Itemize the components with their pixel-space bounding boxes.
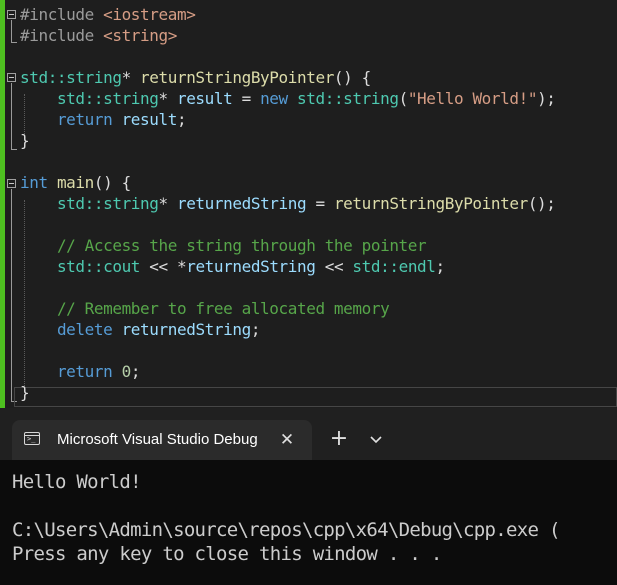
fold-collapse-icon[interactable] (7, 179, 16, 188)
code-token: ; (250, 320, 261, 339)
code-token: return (56, 110, 113, 129)
code-token: } (20, 131, 30, 150)
code-line[interactable]: std::cout << *returnedString << std::end… (20, 256, 445, 277)
terminal-icon-glyph: >_ (27, 435, 36, 443)
code-token: = (232, 89, 261, 108)
console-line: Press any key to close this window . . . (12, 543, 442, 565)
code-token: = (306, 194, 334, 213)
code-token: result (121, 110, 178, 129)
fold-guide-end (11, 149, 17, 150)
code-token: returnedString (176, 194, 307, 213)
code-token: ; (435, 257, 446, 276)
code-token: delete (56, 320, 113, 339)
code-line[interactable]: std::string* result = new std::string("H… (20, 88, 556, 109)
plus-icon[interactable]: + (328, 428, 350, 450)
code-token: // Access the string through the pointer (56, 236, 427, 255)
fold-guide (11, 83, 12, 149)
code-token: "Hello World!" (407, 89, 538, 108)
code-token: * (158, 194, 177, 213)
code-token: } (20, 383, 30, 402)
code-token: () { (93, 173, 131, 192)
current-line-highlight (14, 387, 617, 407)
console-line: Hello World! (12, 471, 142, 493)
code-token: std::string (56, 89, 159, 108)
code-token: returnStringByPointer (140, 68, 334, 87)
code-token: * (121, 68, 141, 87)
code-line[interactable]: // Remember to free allocated memory (20, 298, 390, 319)
code-editor[interactable]: #include <iostream> #include <string> std:… (0, 0, 617, 408)
code-line[interactable]: } (20, 130, 30, 151)
code-line[interactable]: return 0; (20, 361, 141, 382)
fold-guide (11, 20, 12, 42)
close-icon[interactable]: ✕ (276, 429, 298, 451)
code-token: std::endl (352, 257, 436, 276)
code-token: main (56, 173, 94, 192)
code-token: <iostream> (103, 5, 196, 24)
code-token: returnedString (186, 257, 316, 276)
code-line[interactable]: delete returnedString; (20, 319, 261, 340)
code-line[interactable]: #include <string> (20, 25, 177, 46)
code-token: (); (527, 194, 556, 213)
code-token: // Remember to free allocated memory (56, 299, 390, 318)
code-token: << (315, 257, 353, 276)
terminal-icon: >_ (24, 432, 40, 445)
code-token: 0 (121, 362, 132, 381)
code-token: int (20, 173, 48, 192)
code-line[interactable]: #include <iostream> (20, 4, 196, 25)
code-line[interactable]: // Access the string through the pointer (20, 235, 427, 256)
code-line[interactable]: std::string* returnedString = returnStri… (20, 193, 556, 214)
code-token: ; (130, 362, 141, 381)
code-token: ( (398, 89, 409, 108)
code-token: <string> (103, 26, 177, 45)
console-line: C:\Users\Admin\source\repos\cpp\x64\Debu… (12, 519, 560, 541)
change-indicator-bar (0, 0, 5, 408)
terminal-tab-strip: >_ Microsoft Visual Studio Debug Console… (0, 408, 617, 460)
code-token: * (158, 89, 177, 108)
code-line[interactable]: std::string* returnStringByPointer() { (20, 67, 371, 88)
tab-debug-console[interactable]: >_ Microsoft Visual Studio Debug Console… (12, 420, 312, 460)
fold-guide-end (11, 42, 17, 43)
fold-guide (11, 189, 12, 401)
code-line[interactable]: int main() { (20, 172, 131, 193)
code-token: returnStringByPointer (333, 194, 528, 213)
code-token: std::cout (56, 257, 141, 276)
code-token: #include (20, 5, 104, 24)
code-line[interactable]: } (20, 382, 30, 403)
code-token: #include (20, 26, 104, 45)
code-token: std::string (56, 194, 159, 213)
debug-console-window[interactable]: >_ Microsoft Visual Studio Debug Console… (0, 408, 617, 585)
tab-title: Microsoft Visual Studio Debug Console (57, 431, 262, 448)
fold-collapse-icon[interactable] (7, 73, 16, 82)
code-token: << * (140, 257, 187, 276)
code-token: std::string (20, 68, 122, 87)
code-token: return (56, 362, 113, 381)
code-line[interactable]: return result; (20, 109, 187, 130)
code-token: () { (333, 68, 371, 87)
code-token: std::string (297, 89, 399, 108)
code-token: new (260, 89, 288, 108)
chevron-down-icon[interactable] (366, 430, 386, 450)
code-token: result (176, 89, 233, 108)
fold-collapse-icon[interactable] (7, 10, 16, 19)
code-token: ; (176, 110, 187, 129)
code-token: ); (537, 89, 556, 108)
indent-guide (24, 200, 25, 386)
code-token: returnedString (121, 320, 252, 339)
